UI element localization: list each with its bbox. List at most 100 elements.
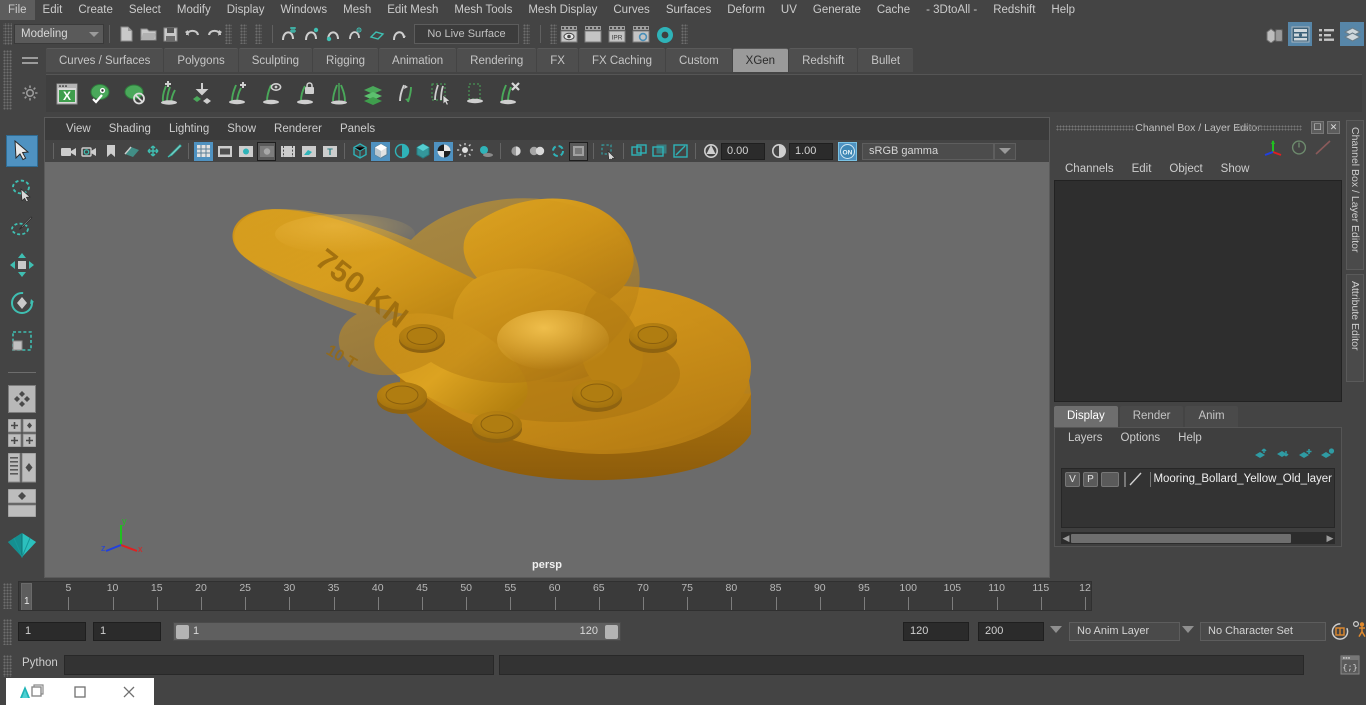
mirror-guides-icon[interactable]: [322, 77, 356, 111]
menu-3dtoall[interactable]: - 3DtoAll -: [918, 0, 985, 20]
menu-edit[interactable]: Edit: [35, 0, 71, 20]
time-slider-track[interactable]: 1 51015202530354045505560657075808590951…: [18, 581, 1092, 611]
render-settings-icon[interactable]: [629, 23, 653, 45]
menu-curves[interactable]: Curves: [605, 0, 657, 20]
create-layer-from-selected-icon[interactable]: [1320, 448, 1335, 460]
layer-help-menu[interactable]: Help: [1169, 428, 1211, 448]
screen-space-ao-icon[interactable]: [506, 142, 525, 161]
shelf-menu-icon[interactable]: [22, 57, 38, 65]
range-slider-grip[interactable]: [3, 619, 12, 645]
shelf-options-gear-icon[interactable]: [21, 84, 39, 102]
range-start-handle[interactable]: [176, 625, 189, 639]
use-all-lights-icon[interactable]: [455, 142, 474, 161]
view-transform-dropdown-icon[interactable]: [994, 143, 1016, 160]
layer-name-label[interactable]: Mooring_Bollard_Yellow_Old_layer: [1153, 473, 1332, 485]
exposure-value-field[interactable]: 0.00: [721, 143, 765, 160]
show-hide-tool-settings-icon[interactable]: [1314, 22, 1338, 46]
color-management-toggle-icon[interactable]: ON: [838, 142, 857, 161]
restore-icon[interactable]: [6, 678, 55, 705]
panel-close-icon[interactable]: ✕: [1327, 121, 1340, 134]
new-scene-icon[interactable]: [115, 23, 137, 45]
shelf-tab-fx-caching[interactable]: FX Caching: [579, 48, 665, 72]
exposure-gate-toggle-icon[interactable]: [701, 142, 720, 161]
animation-start-field[interactable]: 1: [18, 622, 86, 641]
anim-layer-combo[interactable]: No Anim Layer: [1069, 622, 1180, 641]
menu-file[interactable]: File: [0, 0, 35, 20]
auto-keyframe-icon[interactable]: [1330, 621, 1352, 642]
viewport-menu-show[interactable]: Show: [218, 118, 265, 140]
animation-end-field[interactable]: 200: [978, 622, 1044, 641]
toolbar-grip[interactable]: [255, 24, 262, 44]
time-slider-cursor[interactable]: 1: [21, 583, 32, 611]
character-set-combo[interactable]: No Character Set: [1200, 622, 1326, 641]
menu-surfaces[interactable]: Surfaces: [658, 0, 719, 20]
channel-edit-menu[interactable]: Edit: [1123, 158, 1161, 180]
range-end-handle[interactable]: [605, 625, 618, 639]
snap-to-view-plane-icon[interactable]: [366, 23, 388, 45]
shelf-tab-redshift[interactable]: Redshift: [789, 48, 857, 72]
layers-menu[interactable]: Layers: [1059, 428, 1112, 448]
ipr-render-icon[interactable]: IPR: [605, 23, 629, 45]
viewport-3d-canvas[interactable]: 750 KN 10 T: [45, 162, 1049, 577]
layer-visibility-toggle[interactable]: V: [1065, 472, 1080, 487]
exposure-control-icon[interactable]: [671, 142, 690, 161]
channels-menu[interactable]: Channels: [1056, 158, 1123, 180]
snap-to-grid-icon[interactable]: [278, 23, 300, 45]
shelf-tab-polygons[interactable]: Polygons: [164, 48, 237, 72]
toolbar-grip[interactable]: [225, 24, 232, 44]
shelf-tab-custom[interactable]: Custom: [666, 48, 732, 72]
guide-visibility-icon[interactable]: [254, 77, 288, 111]
panel-drag-dots[interactable]: [1056, 125, 1134, 131]
add-guide-icon[interactable]: [220, 77, 254, 111]
scale-tool-icon[interactable]: [6, 325, 38, 357]
menu-redshift[interactable]: Redshift: [985, 0, 1043, 20]
move-layer-down-icon[interactable]: [1276, 448, 1291, 460]
status-line-grip[interactable]: [3, 23, 12, 45]
outliner-persp-layout-icon[interactable]: [8, 453, 36, 483]
time-slider-grip[interactable]: [3, 583, 12, 609]
smooth-preview-icon[interactable]: [413, 142, 432, 161]
menu-windows[interactable]: Windows: [272, 0, 335, 20]
toolbar-grip[interactable]: [681, 24, 688, 44]
redo-icon[interactable]: [203, 23, 225, 45]
viewport-menu-view[interactable]: View: [57, 118, 100, 140]
move-layer-up-icon[interactable]: [1254, 448, 1269, 460]
anim-layer-dropdown-icon[interactable]: [1050, 626, 1062, 637]
snap-to-projected-center-icon[interactable]: [344, 23, 366, 45]
shelf-tab-bullet[interactable]: Bullet: [858, 48, 913, 72]
gamma-icon[interactable]: [769, 142, 788, 161]
convert-to-polygons-icon[interactable]: [390, 77, 424, 111]
shelf-tab-curves-surfaces[interactable]: Curves / Surfaces: [46, 48, 163, 72]
character-set-dropdown-icon[interactable]: [1182, 626, 1194, 637]
gate-mask-icon[interactable]: [257, 142, 276, 161]
single-perspective-layout-icon[interactable]: [8, 385, 36, 413]
live-surface-field[interactable]: No Live Surface: [414, 24, 519, 44]
viewport-menu-renderer[interactable]: Renderer: [265, 118, 331, 140]
shelf-tab-xgen[interactable]: XGen: [733, 48, 788, 72]
shelf-tab-rendering[interactable]: Rendering: [457, 48, 536, 72]
speed-dial-icon[interactable]: [1290, 139, 1308, 156]
resolution-gate-icon[interactable]: [236, 142, 255, 161]
lasso-select-tool-icon[interactable]: [6, 173, 38, 205]
select-tool-icon[interactable]: [6, 135, 38, 167]
toolbar-grip[interactable]: [523, 24, 530, 44]
shelf-tab-rigging[interactable]: Rigging: [313, 48, 378, 72]
menu-mesh-tools[interactable]: Mesh Tools: [446, 0, 520, 20]
range-slider-bar[interactable]: 1 120: [173, 622, 621, 641]
xray-toggle-icon[interactable]: [299, 142, 318, 161]
menu-edit-mesh[interactable]: Edit Mesh: [379, 0, 446, 20]
camera-attributes-icon[interactable]: [80, 142, 99, 161]
save-scene-icon[interactable]: [159, 23, 181, 45]
two-d-pan-zoom-icon[interactable]: [143, 142, 162, 161]
add-description-icon[interactable]: [152, 77, 186, 111]
channel-box-list[interactable]: [1054, 180, 1342, 402]
snap-to-point-icon[interactable]: [322, 23, 344, 45]
select-camera-icon[interactable]: [59, 142, 78, 161]
docked-tab-channel-box[interactable]: Channel Box / Layer Editor: [1346, 120, 1364, 270]
xray-joints-icon[interactable]: [629, 142, 648, 161]
bookmark-icon[interactable]: [101, 142, 120, 161]
command-line-grip[interactable]: [3, 655, 12, 677]
menu-cache[interactable]: Cache: [869, 0, 918, 20]
scroll-left-arrow-icon[interactable]: ◀: [1061, 533, 1071, 544]
show-hide-channel-box-icon[interactable]: [1340, 22, 1364, 46]
